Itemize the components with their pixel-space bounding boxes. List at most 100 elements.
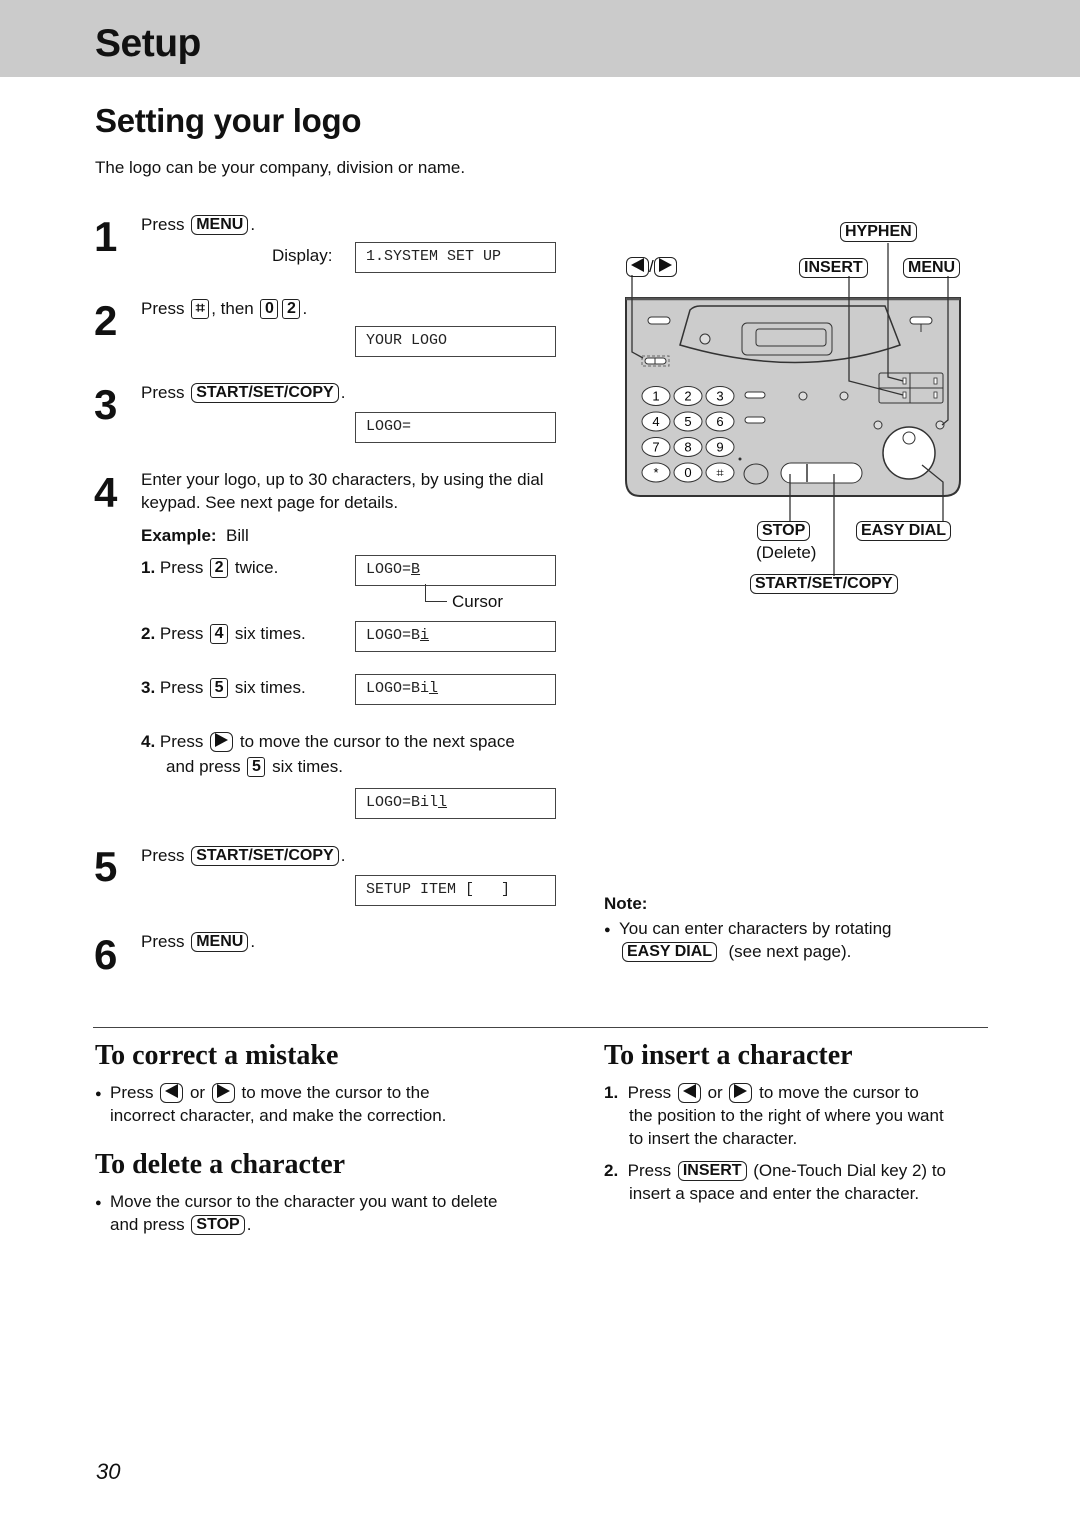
digit-key: 5 [210, 678, 229, 698]
small-button [873, 420, 883, 430]
press-text: Press [627, 1083, 672, 1102]
delete-label: (Delete) [756, 543, 817, 562]
step-instruction: Press START/SET/COPY. [141, 382, 345, 405]
press-text: Press [159, 732, 204, 751]
section-title: To delete a character [95, 1149, 346, 1180]
small-button [839, 391, 849, 401]
menu-label: MENU [901, 257, 962, 280]
left-arrow-icon [682, 1084, 696, 1098]
lcd-display: LOGO=Bi [355, 621, 556, 652]
period: . [250, 215, 256, 234]
digit-key: 5 [247, 757, 266, 777]
right-arrow-icon [215, 733, 229, 747]
substep: 4. Press to move the cursor to the next … [141, 731, 515, 754]
substep: 3. Press 5 six times. [141, 677, 306, 700]
stop-start-button [780, 462, 863, 484]
correct-text-line2: incorrect character, and make the correc… [110, 1106, 447, 1125]
press-text: Press [141, 846, 185, 865]
arrow-keys-label: / [626, 256, 677, 279]
substep-text: six times. [234, 678, 306, 697]
keypad-key-label: * [653, 465, 658, 480]
press-text: Press [141, 215, 185, 234]
keypad-key-label: 8 [684, 440, 691, 455]
lcd-text: LOGO=Bi [366, 680, 430, 697]
hyphen-label: HYPHEN [838, 221, 919, 244]
step-number: 3 [94, 381, 118, 428]
start-set-copy-key: START/SET/COPY [191, 846, 339, 866]
lcd-cursor-char: B [411, 561, 421, 578]
left-arrow-key [626, 257, 649, 277]
keypad-key-label: 1 [652, 389, 659, 404]
correct-text-tail: to move the cursor to the [241, 1083, 430, 1102]
lcd-display: LOGO=Bil [355, 674, 556, 705]
left-arrow-icon [631, 258, 644, 272]
header-title: Setup [95, 22, 201, 65]
left-arrow-icon [165, 1084, 179, 1098]
lcd-window [755, 328, 827, 347]
then-text: , then [211, 299, 254, 318]
step-number: 1 [94, 213, 118, 260]
note-text: (see next page). [728, 942, 852, 961]
lcd-display: LOGO=B [355, 555, 556, 586]
lcd-text: LOGO=B [366, 627, 421, 644]
press-text: Press [159, 558, 204, 577]
keypad-key-label: 4 [652, 414, 659, 429]
substep-number: 1. [141, 558, 156, 577]
step-instruction: Press ⌗, then 02. [141, 298, 307, 321]
page-number: 30 [96, 1459, 121, 1484]
function-key [744, 391, 766, 399]
lcd-text: LOGO= [366, 561, 412, 578]
keypad-key-label: 7 [652, 440, 659, 455]
indicator-lamp [699, 333, 711, 345]
small-button [798, 391, 808, 401]
cursor-label: Cursor [452, 592, 504, 611]
substep-text: and press [166, 757, 241, 776]
right-arrow-key [211, 1083, 235, 1103]
hyphen-key: HYPHEN [840, 222, 917, 242]
lcd-cursor-char: l [429, 680, 439, 697]
keypad-key-label: 3 [716, 389, 723, 404]
step-number: 6 [94, 931, 118, 978]
menu-key: MENU [903, 258, 961, 278]
right-arrow-icon [658, 258, 672, 272]
correct-text: Press or to move the cursor to the [95, 1082, 430, 1105]
substep: 2. Press 4 six times. [141, 623, 306, 646]
insert-item: 1. Press or to move the cursor to [604, 1082, 919, 1105]
note-title: Note: [604, 894, 648, 913]
step-instruction: Enter your logo, up to 30 characters, by… [141, 470, 544, 512]
page-title: Setting your logo [95, 102, 362, 139]
easy-dial-key: EASY DIAL [856, 521, 952, 541]
insert-label: INSERT [797, 257, 870, 280]
substep-text: six times. [234, 624, 306, 643]
start-set-copy-key: START/SET/COPY [750, 574, 898, 594]
period: . [302, 299, 308, 318]
substep-number: 3. [141, 678, 156, 697]
press-text: Press [159, 678, 204, 697]
delete-text-line2: and press STOP. [110, 1214, 251, 1237]
easy-dial-key: EASY DIAL [622, 942, 718, 962]
note-line2: EASY DIAL (see next page). [620, 941, 851, 964]
lcd-text: LOGO=Bil [366, 794, 439, 811]
easy-dial-label: EASY DIAL [854, 520, 953, 543]
digit-key: 0 [260, 299, 279, 319]
stop-key: STOP [757, 521, 811, 541]
press-text: Press [159, 624, 204, 643]
digit-key: 4 [210, 624, 229, 644]
substep-line2: and press 5 six times. [166, 756, 343, 779]
lcd-display: LOGO=Bill [355, 788, 556, 819]
hash-key: ⌗ [191, 299, 210, 319]
digit-key: 2 [210, 558, 229, 578]
step-number: 5 [94, 843, 118, 890]
substep-text: six times. [272, 757, 343, 776]
note-text: You can enter characters by rotating [604, 918, 892, 941]
keypad-key-label: 0 [684, 465, 691, 480]
lcd-cursor-char: i [420, 627, 430, 644]
intro-text: The logo can be your company, division o… [95, 158, 466, 177]
example-value: Bill [226, 526, 249, 545]
press-text: Press [110, 1083, 154, 1102]
insert-text-line2: the position to the right of where you w… [629, 1106, 944, 1125]
substep: 1. Press 2 twice. [141, 557, 278, 580]
stop-key: STOP [191, 1215, 245, 1235]
insert-text: (One-Touch Dial key 2) to [753, 1161, 946, 1180]
start-set-copy-key: START/SET/COPY [191, 383, 339, 403]
